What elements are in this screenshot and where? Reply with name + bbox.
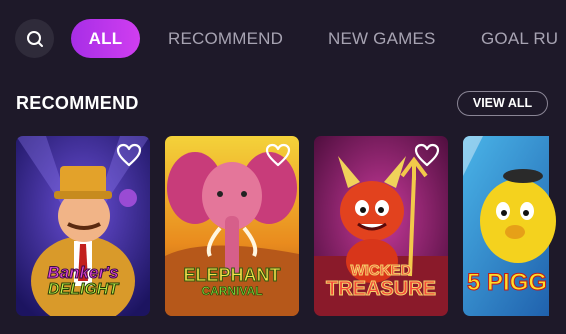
game-title-line2: DELIGHT	[47, 281, 119, 298]
heart-outline-icon[interactable]	[116, 143, 142, 167]
game-card-elephant-carnival[interactable]: ELEPHANT CARNIVAL	[165, 136, 299, 316]
game-card-wicked-treasure[interactable]: WICKED TREASURE	[314, 136, 448, 316]
category-tab-bar: ALL RECOMMEND NEW GAMES GOAL RU	[0, 0, 566, 78]
heart-outline-icon[interactable]	[265, 143, 291, 167]
game-card-bankers-delight[interactable]: Banker's DELIGHT	[16, 136, 150, 316]
search-button[interactable]	[15, 19, 54, 58]
tab-recommend[interactable]: RECOMMEND	[168, 19, 283, 58]
view-all-button[interactable]: VIEW ALL	[457, 91, 548, 116]
tab-goal-rush[interactable]: GOAL RU	[481, 19, 558, 58]
game-title-line2: CARNIVAL	[201, 284, 263, 298]
tab-new-games[interactable]: NEW GAMES	[328, 19, 436, 58]
heart-outline-icon[interactable]	[414, 143, 440, 167]
game-title-line1: WICKED	[350, 262, 412, 279]
game-card-5-piggies[interactable]: 5 PIGG	[463, 136, 566, 316]
game-title-line1: ELEPHANT	[183, 265, 281, 285]
search-icon	[26, 30, 43, 47]
game-title-line1: Banker's	[47, 263, 119, 282]
section-title: RECOMMEND	[16, 93, 139, 113]
tab-all[interactable]: ALL	[71, 19, 140, 58]
game-title-line2: TREASURE	[325, 278, 436, 300]
game-title-line1: 5 PIGG	[467, 269, 548, 296]
